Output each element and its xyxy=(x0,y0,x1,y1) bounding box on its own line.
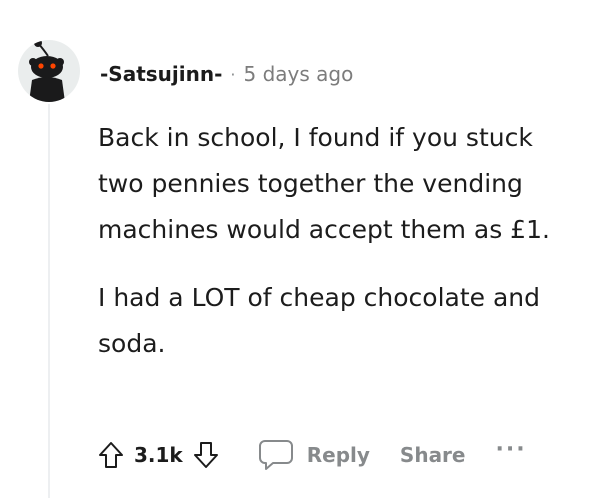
avatar[interactable] xyxy=(18,40,80,102)
thread-line[interactable] xyxy=(48,104,50,498)
comment-actions: 3.1k Reply Share ··· xyxy=(98,437,527,472)
comment-body: Back in school, I found if you stuck two… xyxy=(98,115,568,389)
timestamp[interactable]: 5 days ago xyxy=(244,62,354,86)
comment-paragraph: Back in school, I found if you stuck two… xyxy=(98,123,550,244)
separator-dot: · xyxy=(230,64,236,84)
comment-header: -Satsujinn- · 5 days ago xyxy=(100,62,353,86)
reply-label: Reply xyxy=(306,443,370,467)
vote-score: 3.1k xyxy=(134,443,183,467)
snoo-avatar-icon xyxy=(29,40,65,102)
arrow-up-icon[interactable] xyxy=(98,441,124,469)
speech-bubble-icon xyxy=(257,438,295,472)
arrow-down-icon[interactable] xyxy=(193,441,219,469)
username[interactable]: -Satsujinn- xyxy=(100,62,222,86)
comment-paragraph: I had a LOT of cheap chocolate and soda. xyxy=(98,283,541,358)
more-options-button[interactable]: ··· xyxy=(496,437,527,462)
share-button[interactable]: Share xyxy=(400,443,466,467)
reply-button[interactable]: Reply xyxy=(257,438,370,472)
